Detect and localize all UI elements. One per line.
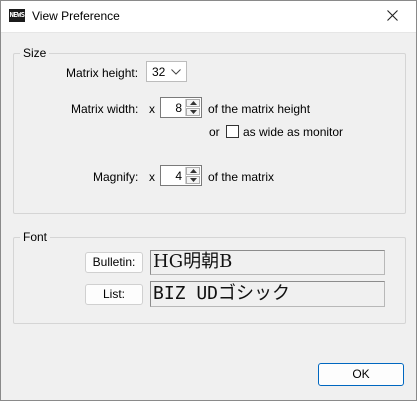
wide-as-monitor-label[interactable]: as wide as monitor <box>243 125 343 139</box>
matrix-height-select[interactable]: 32 <box>146 61 187 82</box>
caret-up-icon <box>190 101 197 105</box>
font-legend: Font <box>23 230 48 244</box>
font-group: Font <box>13 230 406 324</box>
magnify-label: Magnify: <box>93 170 139 184</box>
close-icon <box>387 10 398 21</box>
magnify-spinner[interactable]: 4 <box>160 165 202 186</box>
magnify-multiplier: x <box>149 170 155 184</box>
news-app-icon: NEWS <box>9 9 25 22</box>
matrix-width-spin-down[interactable] <box>186 108 200 116</box>
magnify-value: 4 <box>175 169 182 183</box>
or-label: or <box>209 125 220 139</box>
matrix-height-label: Matrix height: <box>66 66 139 80</box>
magnify-spin-arrows <box>185 167 200 184</box>
matrix-width-label: Matrix width: <box>71 102 139 116</box>
bulletin-font-button[interactable]: Bulletin: <box>85 252 143 273</box>
wide-as-monitor-checkbox[interactable] <box>226 125 239 138</box>
matrix-height-value: 32 <box>152 65 166 79</box>
caret-down-icon <box>190 110 197 114</box>
magnify-suffix: of the matrix <box>208 170 275 184</box>
caret-down-icon <box>190 178 197 182</box>
dialog-window: NEWS View Preference Size Matrix height:… <box>0 0 417 401</box>
magnify-spin-down[interactable] <box>186 176 200 184</box>
window-title: View Preference <box>32 9 120 23</box>
matrix-width-spinner[interactable]: 8 <box>160 97 202 118</box>
title-bar[interactable]: NEWS View Preference <box>1 1 416 33</box>
matrix-width-suffix: of the matrix height <box>208 102 311 116</box>
caret-up-icon <box>190 169 197 173</box>
list-font-button[interactable]: List: <box>85 284 143 305</box>
matrix-width-spin-arrows <box>185 99 200 116</box>
list-font-preview: BIZ UDゴシック <box>150 281 385 307</box>
size-legend: Size <box>23 46 47 60</box>
bulletin-font-preview: HG明朝B <box>150 250 385 275</box>
close-button[interactable] <box>370 1 416 32</box>
ok-button[interactable]: OK <box>318 363 404 386</box>
chevron-down-icon <box>171 69 181 75</box>
matrix-width-value: 8 <box>175 101 182 115</box>
magnify-spin-up[interactable] <box>186 167 200 175</box>
matrix-width-spin-up[interactable] <box>186 99 200 107</box>
matrix-width-multiplier: x <box>149 102 155 116</box>
